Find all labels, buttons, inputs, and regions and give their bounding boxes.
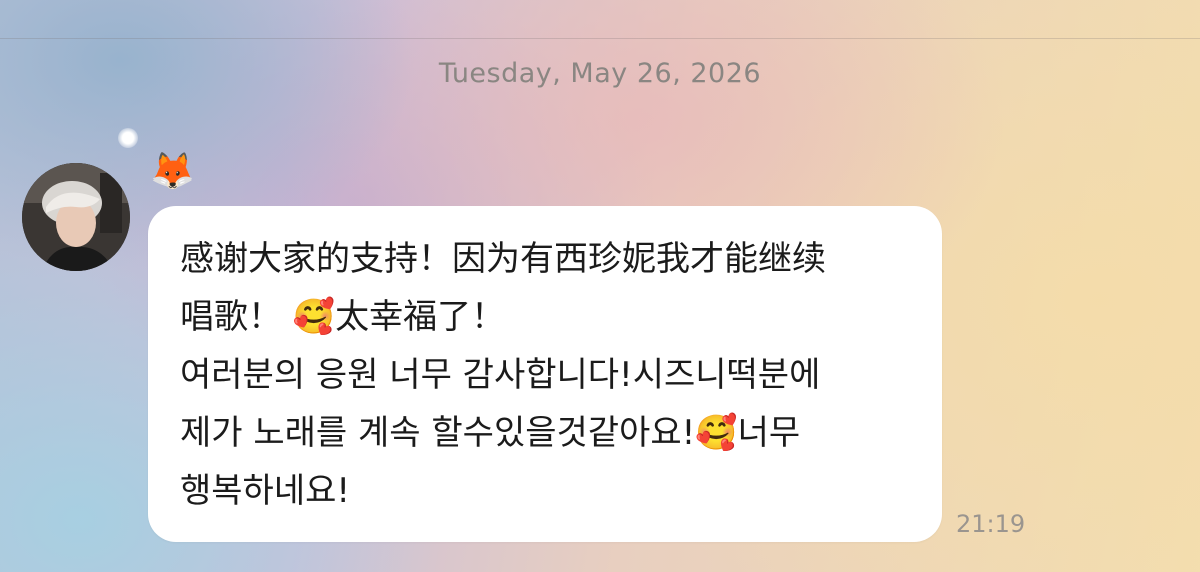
background-light-dot <box>118 128 138 148</box>
top-divider <box>0 38 1200 39</box>
message-line: 행복하네요! <box>180 471 351 511</box>
message-line: 感谢大家的支持！因为有西珍妮我才能继续 <box>180 239 826 279</box>
message-line: 제가 노래를 계속 할수있을것같아요!🥰너무 <box>180 413 801 453</box>
sender-name-emoji[interactable]: 🦊 <box>150 152 195 192</box>
sender-avatar[interactable] <box>22 163 130 271</box>
message-line: 여러분의 응원 너무 감사합니다!시즈니떡분에 <box>180 355 821 395</box>
message-line: 唱歌！ 🥰太幸福了！ <box>180 297 506 337</box>
message-timestamp: 21:19 <box>956 510 1026 538</box>
avatar-photo-icon <box>22 163 130 271</box>
message-text[interactable]: 感谢大家的支持！因为有西珍妮我才能继续 唱歌！ 🥰太幸福了！ 여러분의 응원 너… <box>180 230 920 520</box>
date-separator: Tuesday, May 26, 2026 <box>438 58 762 89</box>
